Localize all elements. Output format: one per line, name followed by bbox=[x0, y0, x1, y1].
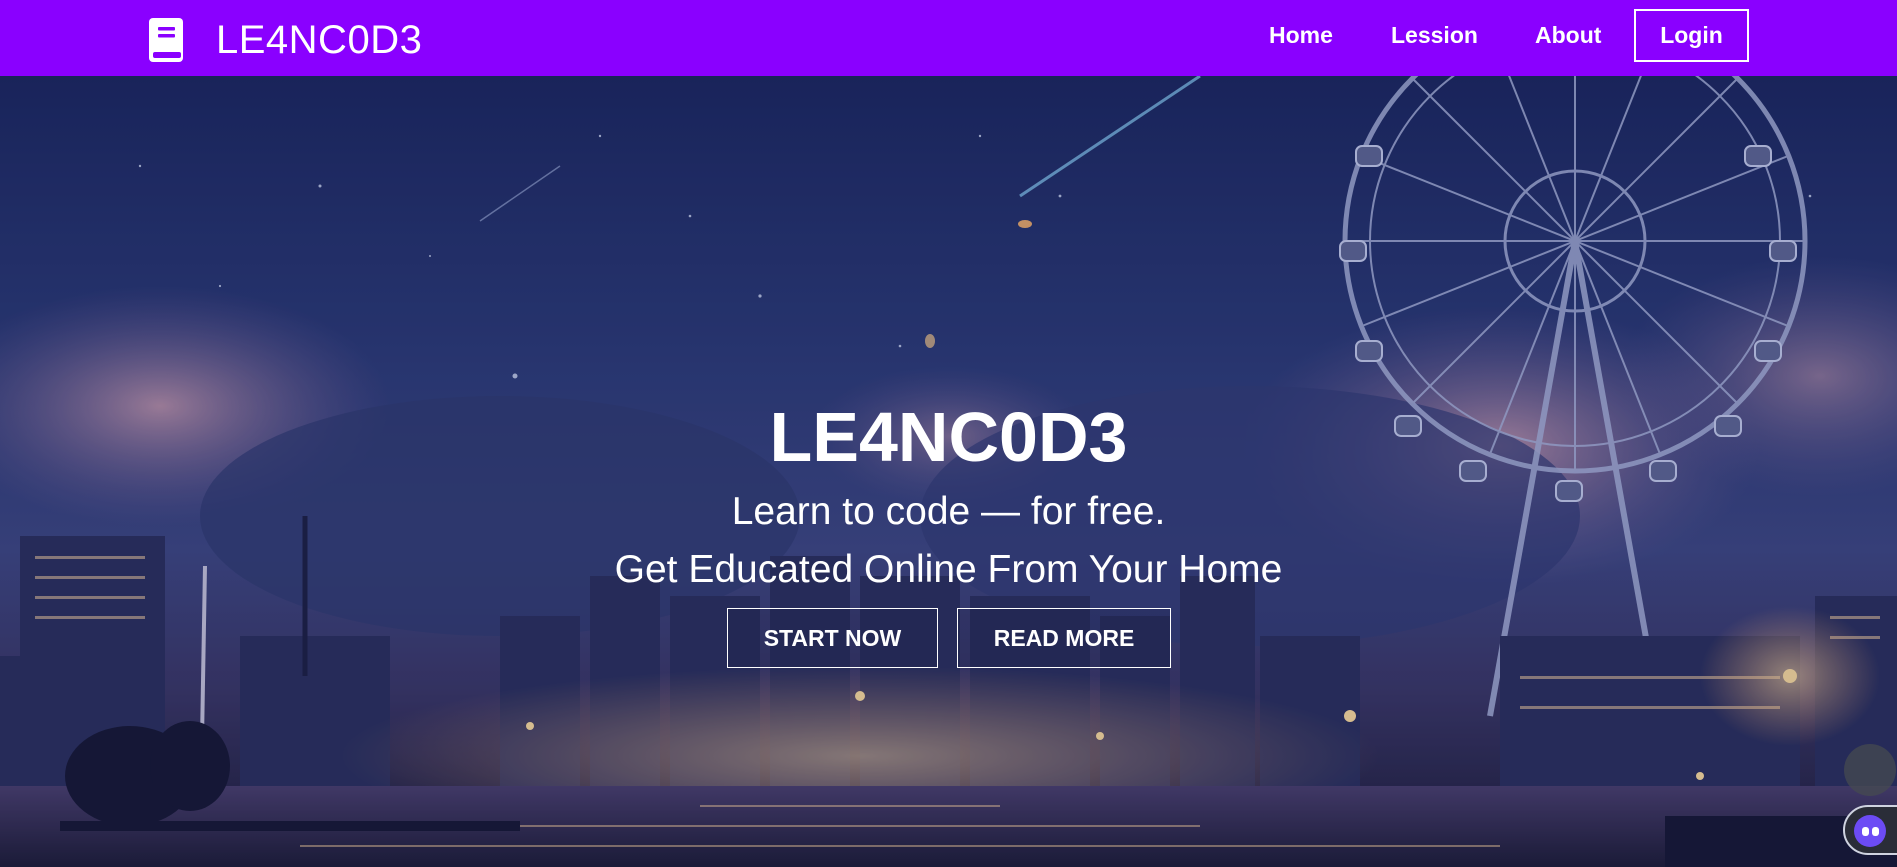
top-navbar: LE4NC0D3 Home Lession About Login bbox=[0, 0, 1897, 76]
chat-widget-button[interactable] bbox=[1843, 805, 1897, 855]
scroll-circle-icon[interactable] bbox=[1844, 744, 1896, 796]
nav-link-about[interactable]: About bbox=[1535, 22, 1601, 49]
brand-name: LE4NC0D3 bbox=[216, 17, 423, 62]
nav-link-lession[interactable]: Lession bbox=[1391, 22, 1478, 49]
hero-section: LE4NC0D3 Learn to code — for free. Get E… bbox=[0, 76, 1897, 867]
book-icon bbox=[149, 18, 183, 62]
hero-subtitle-1: Learn to code — for free. bbox=[731, 490, 1166, 533]
login-button[interactable]: Login bbox=[1634, 9, 1749, 62]
start-now-button[interactable]: START NOW bbox=[727, 608, 938, 668]
nav-link-home[interactable]: Home bbox=[1269, 22, 1333, 49]
hero-title: LE4NC0D3 bbox=[769, 398, 1128, 476]
chat-assistant-icon bbox=[1854, 815, 1886, 847]
hero-subtitle-2: Get Educated Online From Your Home bbox=[614, 548, 1283, 591]
brand[interactable]: LE4NC0D3 bbox=[149, 18, 422, 62]
read-more-button[interactable]: READ MORE bbox=[957, 608, 1171, 668]
